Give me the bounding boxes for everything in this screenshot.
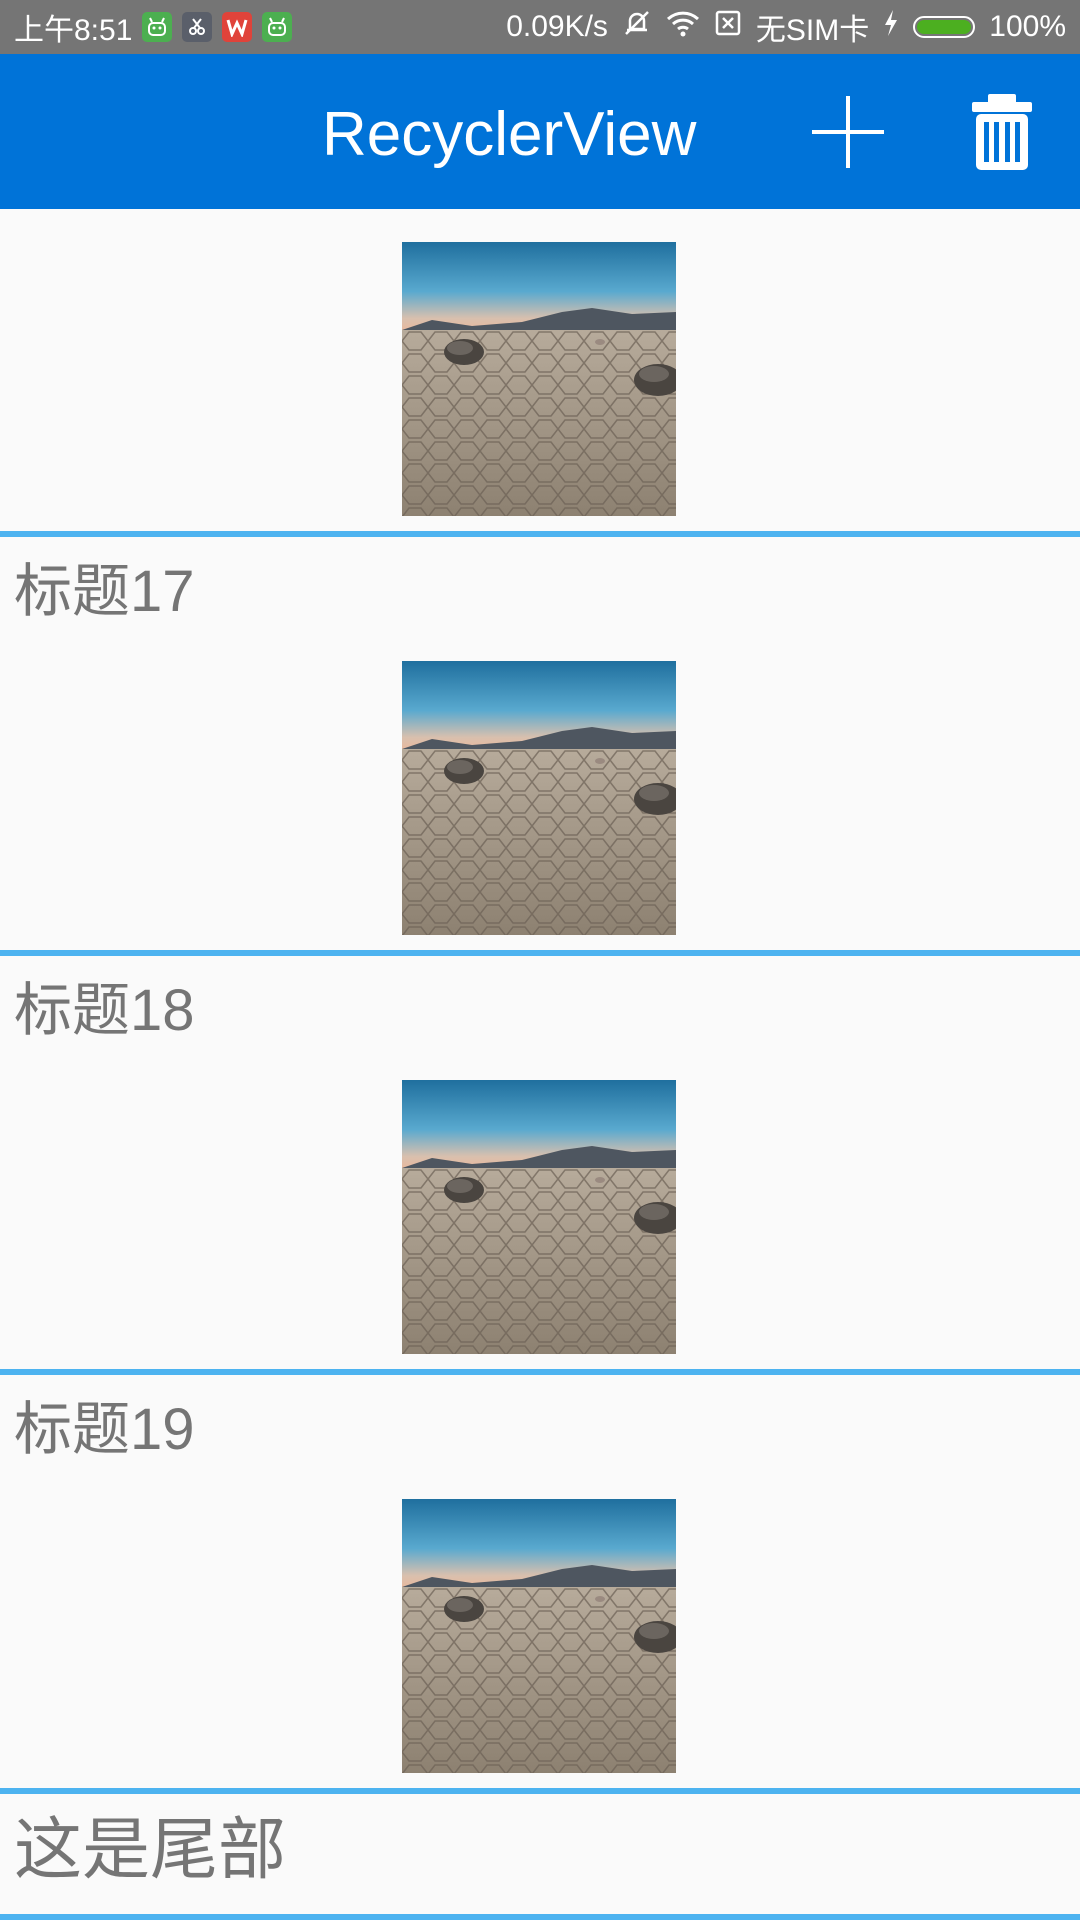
no-sim-icon	[714, 9, 742, 45]
scissors-icon	[182, 12, 213, 42]
trash-icon[interactable]	[962, 92, 1042, 172]
toolbar: RecyclerView	[0, 54, 1080, 209]
desert-rocks-photo	[402, 661, 676, 935]
desert-rocks-photo	[402, 1499, 676, 1773]
footer-divider	[0, 1914, 1080, 1920]
status-bar: 上午8:51 0.09K/s 无SIM卡 100%	[0, 0, 1080, 54]
item-title: 标题17	[14, 559, 195, 624]
status-time: 上午8:51	[14, 14, 133, 47]
item-divider	[0, 1788, 1080, 1794]
battery-icon	[913, 16, 976, 38]
item-divider	[0, 950, 1080, 956]
item-divider	[0, 1369, 1080, 1375]
item-title: 标题18	[14, 978, 195, 1043]
android-icon	[262, 12, 293, 42]
network-speed: 0.09K/s	[506, 10, 608, 43]
item-divider	[0, 531, 1080, 537]
toolbar-title: RecyclerView	[322, 100, 697, 169]
sim-status: 无SIM卡	[755, 14, 870, 47]
desert-rocks-photo	[402, 1080, 676, 1354]
wps-icon	[222, 12, 253, 42]
battery-fill	[917, 20, 972, 34]
desert-rocks-photo	[402, 242, 676, 516]
item-title: 标题19	[14, 1397, 195, 1462]
mute-bell-icon	[622, 8, 652, 46]
plus-icon[interactable]	[808, 92, 888, 172]
android-icon	[142, 12, 173, 42]
battery-percent: 100%	[989, 10, 1066, 43]
list-footer: 这是尾部	[14, 1812, 287, 1888]
wifi-icon	[666, 9, 700, 45]
charging-icon	[883, 9, 899, 45]
